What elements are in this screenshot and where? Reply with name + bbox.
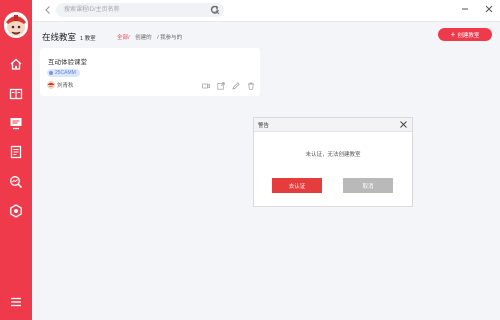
- search-box[interactable]: [56, 3, 224, 17]
- filter-joined-tab[interactable]: / 我参与的: [157, 35, 182, 41]
- owner-avatar: [47, 81, 55, 89]
- classroom-card[interactable]: 互动体验课堂 25CAMM 刘青秋: [40, 48, 260, 96]
- plus-icon: +: [450, 29, 456, 39]
- notes-icon[interactable]: [8, 144, 24, 160]
- classroom-title: 互动体验课堂: [48, 59, 87, 66]
- share-icon[interactable]: [217, 82, 225, 90]
- menu-icon[interactable]: [8, 294, 24, 310]
- search-analytics-icon[interactable]: [8, 174, 24, 190]
- delete-icon[interactable]: [247, 82, 255, 90]
- home-icon[interactable]: [8, 56, 24, 72]
- classroom-count: 1 教室: [80, 36, 96, 42]
- filter-tabs: 全部/ 创建的 / 我参与的: [117, 33, 186, 41]
- classroom-code: 25CAMM: [55, 70, 76, 76]
- dialog-title: 警告: [258, 123, 270, 129]
- classroom-code-badge: 25CAMM: [47, 69, 80, 77]
- video-icon[interactable]: [202, 82, 210, 90]
- card-actions: [202, 82, 262, 90]
- verify-button[interactable]: 去认证: [272, 178, 322, 193]
- settings-hex-icon[interactable]: [8, 203, 24, 219]
- create-classroom-label: 创建教室: [457, 32, 480, 39]
- cancel-button[interactable]: 取消: [343, 178, 393, 193]
- warning-dialog: 警告 未认证，无法创建教室 去认证 取消: [253, 117, 413, 207]
- close-window-icon[interactable]: [484, 4, 494, 14]
- owner: 刘青秋: [47, 81, 74, 89]
- page-title: 在线教室: [42, 32, 77, 42]
- refresh-icon[interactable]: [210, 5, 220, 15]
- code-icon: [49, 71, 53, 75]
- minimize-icon[interactable]: [460, 4, 470, 14]
- back-arrow-icon[interactable]: [42, 4, 54, 16]
- create-classroom-button[interactable]: + 创建教室: [438, 28, 492, 41]
- close-icon[interactable]: [399, 120, 408, 129]
- sidebar: [0, 0, 32, 320]
- user-avatar[interactable]: [4, 12, 28, 38]
- dialog-message: 未认证，无法创建教室: [305, 152, 361, 158]
- search-input[interactable]: [64, 3, 204, 17]
- owner-name: 刘青秋: [57, 83, 74, 89]
- classroom-icon[interactable]: [8, 115, 24, 131]
- filter-all-tab[interactable]: 全部/: [117, 35, 130, 41]
- edit-icon[interactable]: [232, 82, 240, 90]
- dialog-header: 警告: [254, 118, 412, 132]
- filter-created-tab[interactable]: 创建的: [135, 35, 152, 41]
- book-icon[interactable]: [8, 86, 24, 102]
- top-bar: [32, 0, 500, 22]
